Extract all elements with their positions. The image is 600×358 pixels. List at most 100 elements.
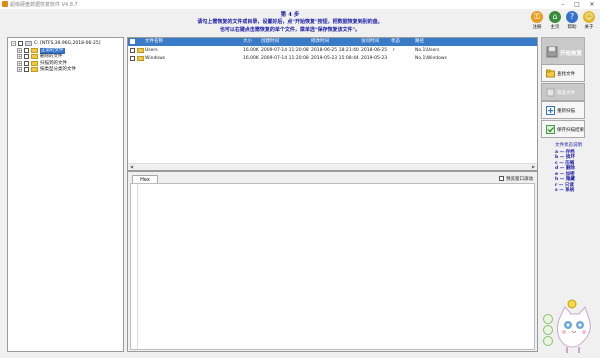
cell-created: 2009-07-14 11:20:08	[261, 56, 309, 61]
help-icon: ?	[566, 11, 578, 23]
window-title: 超级硬盘数据恢复软件 V4.8.7	[10, 2, 78, 8]
cell-status: r	[393, 48, 395, 53]
scroll-right-icon[interactable]: ▶	[530, 164, 537, 170]
tree-item-label: 删除的文件	[40, 54, 63, 59]
tree-checkbox[interactable]	[24, 60, 29, 66]
instruction-header: 第 4 步 请勾上需恢复的文件或目录，设置好后，点"开始恢复"按钮，把数据恢复到…	[0, 9, 600, 38]
row-checkbox[interactable]	[130, 48, 135, 53]
folder-icon	[31, 60, 38, 66]
tree-checkbox[interactable]	[24, 54, 29, 59]
expand-toggle-icon[interactable]: +	[17, 67, 22, 72]
filter-file-label: 筛选文件	[557, 91, 575, 96]
smiley-icon: ☺	[583, 11, 595, 23]
cell-name: Users	[145, 48, 158, 53]
col-size[interactable]: 大小	[243, 39, 252, 45]
expand-toggle-icon[interactable]: +	[17, 54, 22, 59]
cell-name: Windows	[145, 56, 166, 61]
col-modified[interactable]: 修改时间	[311, 39, 329, 45]
cell-path: No.1\Users	[415, 48, 440, 53]
topbar-button-label: 关于	[584, 25, 594, 30]
hint-line-2: 也可以右键点击需恢复的单个文件，菜单选"保存恢复该文件"。	[219, 27, 361, 33]
tree-item-label: C: [NTFS,39.96G,2018-06-25]	[34, 41, 101, 46]
key-icon: ⚿	[531, 11, 543, 23]
rescan-button[interactable]: 重新扫描	[541, 101, 585, 119]
sync-scroll-option[interactable]: 预览窗口滚动	[499, 176, 533, 182]
tree-item[interactable]: − C: [NTFS,39.96G,2018-06-25]	[11, 41, 116, 47]
tree-item[interactable]: + 按类型分类的文件	[17, 67, 122, 73]
topbar-button-3[interactable]: ☺ 关于	[580, 11, 598, 35]
topbar-button-0[interactable]: ⚿ 注册	[528, 11, 546, 35]
cell-modified: 2019-05-23 15:08:44	[311, 56, 359, 61]
folder-search-icon	[546, 69, 555, 78]
expand-toggle-icon[interactable]: +	[17, 47, 22, 53]
cell-created: 2009-07-14 11:20:08	[261, 48, 309, 53]
filter-icon	[546, 88, 555, 97]
start-recovery-button[interactable]: 开始恢复	[541, 37, 585, 66]
col-accessed[interactable]: 访问时间	[361, 39, 379, 45]
cat-mascot-icon	[543, 299, 591, 353]
col-created[interactable]: 创建时间	[261, 39, 279, 45]
table-row[interactable]: Windows 16.00K 2009-07-14 11:20:08 2019-05-…	[128, 55, 537, 62]
expand-toggle-icon[interactable]: −	[11, 41, 16, 46]
tree-item[interactable]: + 扫描到的文件	[17, 60, 122, 67]
step-label: 第 4 步	[280, 12, 300, 18]
file-list-header: 文件名称 大小 创建时间 修改时间 访问时间 状态 路径	[128, 38, 537, 46]
folder-tree[interactable]: − C: [NTFS,39.96G,2018-06-25] + 正常的文件 + 删除的文件…	[7, 37, 124, 352]
maximize-icon[interactable]: □	[570, 0, 584, 9]
filter-file-button[interactable]: 筛选文件	[541, 83, 585, 101]
check-save-icon	[546, 125, 555, 134]
topbar-button-2[interactable]: ? 帮助	[563, 11, 581, 35]
table-row[interactable]: Users 16.00K 2009-07-14 11:20:08 2018-06-25…	[128, 47, 537, 54]
sync-scroll-checkbox[interactable]	[499, 176, 504, 181]
tree-item-label: 正常的文件	[40, 47, 65, 54]
save-icon	[546, 46, 558, 58]
find-file-button[interactable]: 查找文件	[541, 64, 585, 82]
hex-view[interactable]	[130, 183, 535, 350]
folder-icon	[137, 48, 144, 53]
cell-size: 16.00K	[243, 48, 259, 53]
col-name[interactable]: 文件名称	[145, 39, 163, 45]
cell-path: No.1\Windows	[415, 56, 447, 61]
tree-item-label: 按类型分类的文件	[40, 67, 76, 72]
col-path[interactable]: 路径	[415, 39, 424, 45]
save-scan-result-label: 保存扫描结果	[557, 128, 584, 133]
horizontal-scrollbar[interactable]: ◀ ▶	[128, 163, 537, 170]
minimize-icon[interactable]: –	[556, 0, 570, 9]
save-scan-result-button[interactable]: 保存扫描结果	[541, 120, 585, 138]
row-checkbox[interactable]	[130, 56, 135, 61]
file-status-legend: 文件状态说明 a — 存档 b — 损坏 c — 压缩 d — 删除 e — 加密 h —…	[541, 143, 596, 194]
plus-icon	[546, 106, 555, 115]
close-icon[interactable]: ✕	[585, 0, 599, 9]
app-icon	[2, 1, 8, 7]
file-list[interactable]: 文件名称 大小 创建时间 修改时间 访问时间 状态 路径 Users 16.00K…	[127, 37, 538, 171]
rescan-label: 重新扫描	[557, 109, 575, 114]
tree-item[interactable]: + 删除的文件	[17, 54, 122, 60]
find-file-label: 查找文件	[557, 72, 575, 77]
tree-item[interactable]: + 正常的文件	[17, 47, 122, 54]
cell-accessed: 2019-05-23	[361, 56, 388, 61]
tree-checkbox[interactable]	[24, 47, 29, 53]
folder-icon	[31, 67, 38, 72]
topbar-button-1[interactable]: ⌂ 主页	[546, 11, 564, 35]
topbar-button-label: 帮助	[567, 25, 577, 30]
tree-checkbox[interactable]	[18, 41, 23, 46]
scroll-left-icon[interactable]: ◀	[128, 164, 135, 170]
legend-title: 文件状态说明	[555, 143, 582, 148]
topbar-button-label: 注册	[532, 25, 542, 30]
folder-icon	[31, 54, 38, 59]
folder-icon	[137, 56, 144, 61]
home-icon: ⌂	[549, 11, 561, 23]
topbar-button-label: 主页	[550, 25, 560, 30]
hint-line-1: 请勾上需恢复的文件或目录，设置好后，点"开始恢复"按钮，把数据恢复到别的盘。	[197, 19, 383, 25]
cell-size: 16.00K	[243, 56, 259, 61]
select-all-checkbox[interactable]	[130, 39, 135, 44]
legend-item: s — 系统	[555, 188, 575, 193]
cell-modified: 2018-06-25 18:21:40	[311, 48, 359, 53]
sync-scroll-label: 预览窗口滚动	[506, 177, 533, 182]
tree-item-label: 扫描到的文件	[40, 60, 67, 66]
hex-preview-pane: Hex 预览窗口滚动	[127, 171, 538, 352]
col-status[interactable]: 状态	[391, 39, 400, 45]
hex-gutter-divider	[137, 184, 138, 349]
tree-checkbox[interactable]	[24, 67, 29, 72]
expand-toggle-icon[interactable]: +	[17, 60, 22, 66]
